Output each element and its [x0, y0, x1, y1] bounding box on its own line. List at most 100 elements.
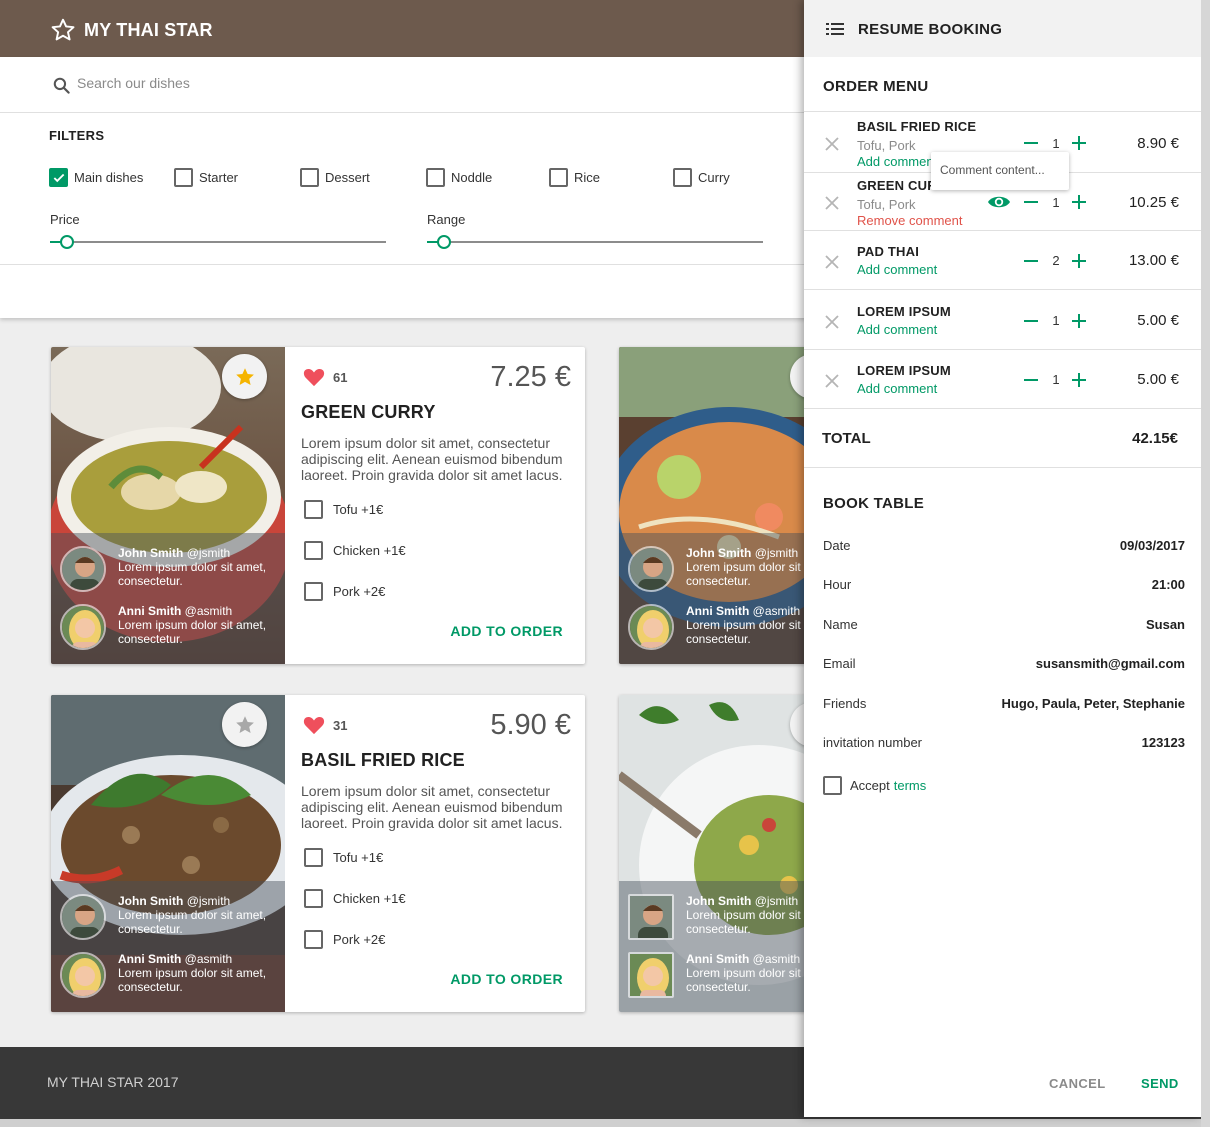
terms-link[interactable]: terms [894, 778, 927, 793]
scroll-gutter [1201, 0, 1210, 1127]
close-icon[interactable] [825, 137, 839, 151]
search-input[interactable] [77, 75, 477, 91]
checkbox[interactable] [304, 541, 323, 560]
order-item-name: LOREM IPSUM [857, 363, 951, 378]
ingredient-chicken[interactable]: Chicken +1€ [304, 889, 406, 908]
dish-description: Lorem ipsum dolor sit amet, consectetur … [301, 783, 563, 831]
order-item-price: 5.00 € [1137, 371, 1179, 388]
search-icon [53, 77, 70, 94]
order-item-price: 10.25 € [1128, 194, 1179, 211]
close-icon[interactable] [825, 374, 839, 388]
checkbox[interactable] [304, 889, 323, 908]
filter-label: Noddle [451, 170, 493, 185]
favorite-button[interactable] [222, 354, 267, 399]
filter-dessert[interactable]: Dessert [300, 168, 370, 187]
cancel-button[interactable]: CANCEL [1049, 1076, 1106, 1091]
comment-handle: @asmith [752, 952, 801, 966]
close-icon[interactable] [825, 255, 839, 269]
add-to-order-button[interactable]: ADD TO ORDER [450, 971, 563, 987]
list-icon[interactable] [826, 23, 844, 35]
range-slider[interactable] [427, 233, 763, 251]
star-icon [235, 367, 254, 385]
likes[interactable]: 31 [303, 715, 347, 735]
checkbox[interactable] [304, 930, 323, 949]
filter-main-dishes[interactable]: Main dishes [49, 168, 143, 187]
add-comment-link[interactable]: Add comment [857, 381, 937, 396]
filter-noddle[interactable]: Noddle [426, 168, 492, 187]
favorite-button[interactable] [222, 702, 267, 747]
minus-icon[interactable] [1023, 314, 1039, 328]
minus-icon[interactable] [1023, 373, 1039, 387]
avatar [628, 894, 674, 940]
checkbox[interactable] [174, 168, 193, 187]
booking-date: Date 09/03/2017 [823, 538, 1185, 556]
checkbox[interactable] [549, 168, 568, 187]
likes[interactable]: 61 [303, 367, 347, 387]
avatar [628, 604, 674, 650]
comments-overlay: John Smith @jsmith Lorem ipsum dolor sit … [51, 881, 285, 1012]
order-item-options: Tofu, Pork [857, 138, 916, 153]
comment-handle: @jsmith [186, 894, 231, 908]
order-item-name: LOREM IPSUM [857, 304, 951, 319]
slider-thumb[interactable] [60, 235, 74, 249]
checkbox[interactable] [823, 776, 842, 795]
comment-body: Lorem ipsum dolor sit amet, consectetur. [118, 560, 267, 588]
close-icon[interactable] [825, 196, 839, 210]
price-slider[interactable] [50, 233, 386, 251]
avatar [628, 952, 674, 998]
booking-invitation-number: invitation number 123123 [823, 735, 1185, 753]
comment-handle: @jsmith [754, 546, 799, 560]
checkbox[interactable] [300, 168, 319, 187]
ingredient-pork[interactable]: Pork +2€ [304, 582, 385, 601]
checkbox[interactable] [426, 168, 445, 187]
filter-label: Dessert [325, 170, 370, 185]
drawer-title: RESUME BOOKING [858, 21, 1003, 38]
filter-curry[interactable]: Curry [673, 168, 730, 187]
divider [804, 467, 1201, 468]
ingredient-label: Chicken +1€ [333, 543, 406, 558]
plus-icon[interactable] [1071, 254, 1087, 268]
minus-icon[interactable] [1023, 195, 1039, 209]
eye-icon[interactable] [987, 194, 1011, 210]
comment-body: Lorem ipsum dolor sit amet, consectetur. [118, 966, 267, 994]
close-icon[interactable] [825, 315, 839, 329]
remove-comment-link[interactable]: Remove comment [857, 213, 962, 228]
add-comment-link[interactable]: Add comment [857, 322, 937, 337]
ingredient-tofu[interactable]: Tofu +1€ [304, 848, 383, 867]
checkbox[interactable] [673, 168, 692, 187]
checkbox[interactable] [304, 582, 323, 601]
send-button[interactable]: SEND [1141, 1076, 1179, 1091]
plus-icon[interactable] [1071, 373, 1087, 387]
ingredient-label: Tofu +1€ [333, 502, 384, 517]
ingredient-chicken[interactable]: Chicken +1€ [304, 541, 406, 560]
avatar [628, 546, 674, 592]
checkbox[interactable] [304, 500, 323, 519]
plus-icon[interactable] [1071, 136, 1087, 150]
ingredient-tofu[interactable]: Tofu +1€ [304, 500, 383, 519]
add-to-order-button[interactable]: ADD TO ORDER [450, 623, 563, 639]
booking-friends: Friends Hugo, Paula, Peter, Stephanie [823, 696, 1185, 714]
minus-icon[interactable] [1023, 136, 1039, 150]
add-comment-link[interactable]: Add comment [857, 154, 937, 169]
order-item-quantity: 1 [1052, 313, 1060, 328]
minus-icon[interactable] [1023, 254, 1039, 268]
add-comment-link[interactable]: Add comment [857, 262, 937, 277]
slider-track [427, 241, 763, 243]
booking-name: Name Susan [823, 617, 1185, 635]
price-slider-label: Price [50, 212, 80, 227]
accept-terms[interactable]: Accept terms [823, 776, 926, 795]
plus-icon[interactable] [1071, 314, 1087, 328]
checkbox[interactable] [304, 848, 323, 867]
dish-name: GREEN CURRY [301, 402, 436, 422]
brand[interactable]: MY THAI STAR [50, 17, 213, 43]
avatar [60, 546, 106, 592]
dish-price: 5.90 € [490, 709, 571, 741]
checkbox-checked[interactable] [49, 168, 68, 187]
slider-thumb[interactable] [437, 235, 451, 249]
booking-hour: Hour 21:00 [823, 577, 1185, 595]
filter-rice[interactable]: Rice [549, 168, 600, 187]
ingredient-pork[interactable]: Pork +2€ [304, 930, 385, 949]
filter-starter[interactable]: Starter [174, 168, 238, 187]
dish-card-basil-fried-rice: John Smith @jsmith Lorem ipsum dolor sit … [51, 695, 585, 1012]
plus-icon[interactable] [1071, 195, 1087, 209]
